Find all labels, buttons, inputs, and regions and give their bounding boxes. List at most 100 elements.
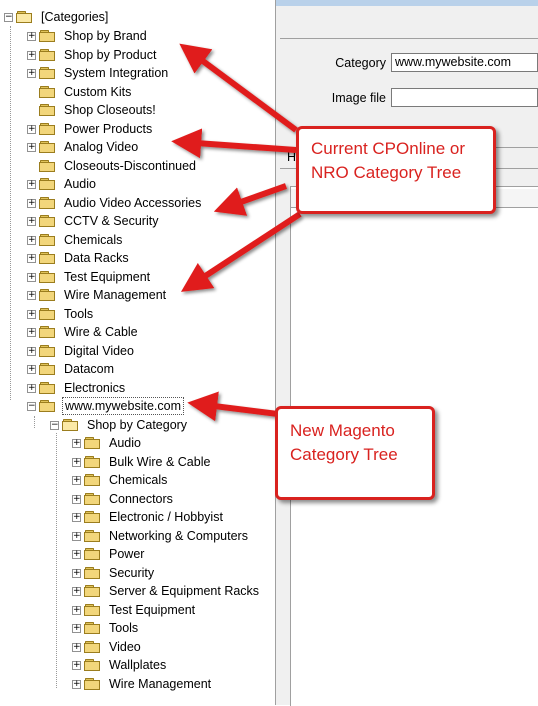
tree-node-subcategory[interactable]: + Tools xyxy=(72,619,140,637)
expand-icon[interactable]: + xyxy=(27,272,36,282)
tree-node-subcategory[interactable]: + Power xyxy=(72,545,146,563)
tree-node-label: Connectors xyxy=(109,492,173,506)
folder-icon xyxy=(84,529,102,543)
expand-icon[interactable]: + xyxy=(27,327,36,337)
category-tree[interactable]: − [Categories] + Shop by Brand + Shop by Prod… xyxy=(0,0,276,705)
tree-node-category[interactable]: − www.mywebsite.com xyxy=(27,397,184,415)
expand-icon[interactable]: + xyxy=(27,346,36,356)
expand-icon[interactable]: + xyxy=(72,660,81,670)
tree-node-subcategory[interactable]: + Bulk Wire & Cable xyxy=(72,453,212,471)
tree-node-category[interactable]: + Test Equipment xyxy=(27,268,152,286)
tree-node-category[interactable]: + Analog Video xyxy=(27,138,140,156)
tree-node-subcategory[interactable]: + Networking & Computers xyxy=(72,527,250,545)
expand-icon[interactable]: + xyxy=(72,512,81,522)
expand-icon[interactable]: + xyxy=(27,290,36,300)
tree-node-label: Server & Equipment Racks xyxy=(109,584,260,598)
tree-node-category[interactable]: + Audio Video Accessories xyxy=(27,194,203,212)
tree-node-subcategory[interactable]: + Test Equipment xyxy=(72,601,197,619)
tree-node-subcategory[interactable]: + Audio xyxy=(72,434,143,452)
folder-icon xyxy=(39,233,57,247)
collapse-icon[interactable]: − xyxy=(27,401,36,411)
expand-icon[interactable]: + xyxy=(27,198,36,208)
tree-node-category[interactable]: + Shop by Product xyxy=(27,46,158,64)
tree-node-category[interactable]: Closeouts-Discontinued xyxy=(27,157,198,175)
callout-new-tree: New Magento Category Tree xyxy=(275,406,435,500)
tree-node-category[interactable]: Custom Kits xyxy=(27,83,133,101)
expand-icon[interactable]: + xyxy=(72,438,81,448)
expand-icon[interactable]: + xyxy=(27,50,36,60)
folder-icon xyxy=(84,621,102,635)
expand-icon[interactable]: + xyxy=(27,309,36,319)
tree-node-label: Audio xyxy=(64,177,96,191)
expand-icon[interactable]: + xyxy=(72,586,81,596)
tree-node-category[interactable]: + Electronics xyxy=(27,379,127,397)
tree-node-shop-by-category[interactable]: − Shop by Category xyxy=(50,416,189,434)
expand-icon[interactable]: + xyxy=(27,383,36,393)
expand-icon[interactable]: + xyxy=(27,124,36,134)
tree-connector-line xyxy=(10,26,11,400)
tree-node-label: Test Equipment xyxy=(109,603,196,617)
category-label: Category xyxy=(335,56,386,70)
tree-node-label: Video xyxy=(109,640,141,654)
tree-node-subcategory[interactable]: + Electronic / Hobbyist xyxy=(72,508,225,526)
tab-label-partial[interactable]: H xyxy=(287,150,296,164)
expand-icon[interactable]: + xyxy=(72,531,81,541)
tree-node-category[interactable]: + Wire Management xyxy=(27,286,168,304)
image-file-input[interactable] xyxy=(391,88,538,107)
expand-icon[interactable]: + xyxy=(27,179,36,189)
tree-node-label: Tools xyxy=(109,621,139,635)
expand-icon[interactable]: + xyxy=(27,253,36,263)
tree-node-subcategory[interactable]: + Connectors xyxy=(72,490,175,508)
tree-connector-line xyxy=(34,416,35,428)
tree-node-category[interactable]: Shop Closeouts! xyxy=(27,101,158,119)
expand-icon[interactable]: + xyxy=(72,457,81,467)
expand-icon[interactable]: + xyxy=(72,642,81,652)
folder-icon xyxy=(84,566,102,580)
tree-node-subcategory[interactable]: + Server & Equipment Racks xyxy=(72,582,261,600)
tree-node-subcategory[interactable]: + Video xyxy=(72,638,143,656)
tree-node-category[interactable]: + Audio xyxy=(27,175,98,193)
expand-icon[interactable]: + xyxy=(72,679,81,689)
tree-node-label: Wire & Cable xyxy=(64,325,138,339)
tree-node-label: Electronics xyxy=(64,381,126,395)
tree-node-category[interactable]: + Tools xyxy=(27,305,95,323)
expand-icon[interactable]: + xyxy=(27,68,36,78)
tree-node-category[interactable]: + Power Products xyxy=(27,120,154,138)
tree-node-category[interactable]: + Wire & Cable xyxy=(27,323,140,341)
expand-icon[interactable]: + xyxy=(72,475,81,485)
tree-node-root[interactable]: − [Categories] xyxy=(4,8,110,26)
expand-icon[interactable]: + xyxy=(27,364,36,374)
expand-icon[interactable]: + xyxy=(72,568,81,578)
tree-node-subcategory[interactable]: + Wire Management xyxy=(72,675,213,693)
tree-node-category[interactable]: + CCTV & Security xyxy=(27,212,160,230)
expand-icon[interactable]: + xyxy=(72,494,81,504)
expand-icon[interactable]: + xyxy=(27,142,36,152)
tree-node-category[interactable]: + Chemicals xyxy=(27,231,124,249)
collapse-icon[interactable]: − xyxy=(50,420,59,430)
tree-node-category[interactable]: + Shop by Brand xyxy=(27,27,149,45)
folder-icon xyxy=(39,344,57,358)
tree-node-subcategory[interactable]: + Chemicals xyxy=(72,471,169,489)
collapse-icon[interactable]: − xyxy=(4,12,13,22)
expand-icon[interactable]: + xyxy=(72,549,81,559)
expand-icon[interactable]: + xyxy=(72,623,81,633)
expand-icon[interactable]: + xyxy=(72,605,81,615)
tree-node-subcategory[interactable]: + Wallplates xyxy=(72,656,168,674)
tree-node-category[interactable]: + System Integration xyxy=(27,64,170,82)
tree-node-subcategory[interactable]: + Security xyxy=(72,564,156,582)
category-input[interactable]: www.mywebsite.com xyxy=(391,53,538,72)
folder-icon xyxy=(39,48,57,62)
expand-icon[interactable]: + xyxy=(27,235,36,245)
folder-icon xyxy=(84,658,102,672)
tree-node-label: Shop by Category xyxy=(87,418,188,432)
tree-node-category[interactable]: + Digital Video xyxy=(27,342,136,360)
folder-icon xyxy=(39,307,57,321)
folder-icon xyxy=(39,103,57,117)
expand-icon[interactable]: + xyxy=(27,31,36,41)
tree-node-label: Closeouts-Discontinued xyxy=(64,159,197,173)
tree-node-label: Custom Kits xyxy=(64,85,132,99)
tree-node-label: Networking & Computers xyxy=(109,529,248,543)
tree-node-category[interactable]: + Datacom xyxy=(27,360,116,378)
tree-node-category[interactable]: + Data Racks xyxy=(27,249,131,267)
expand-icon[interactable]: + xyxy=(27,216,36,226)
